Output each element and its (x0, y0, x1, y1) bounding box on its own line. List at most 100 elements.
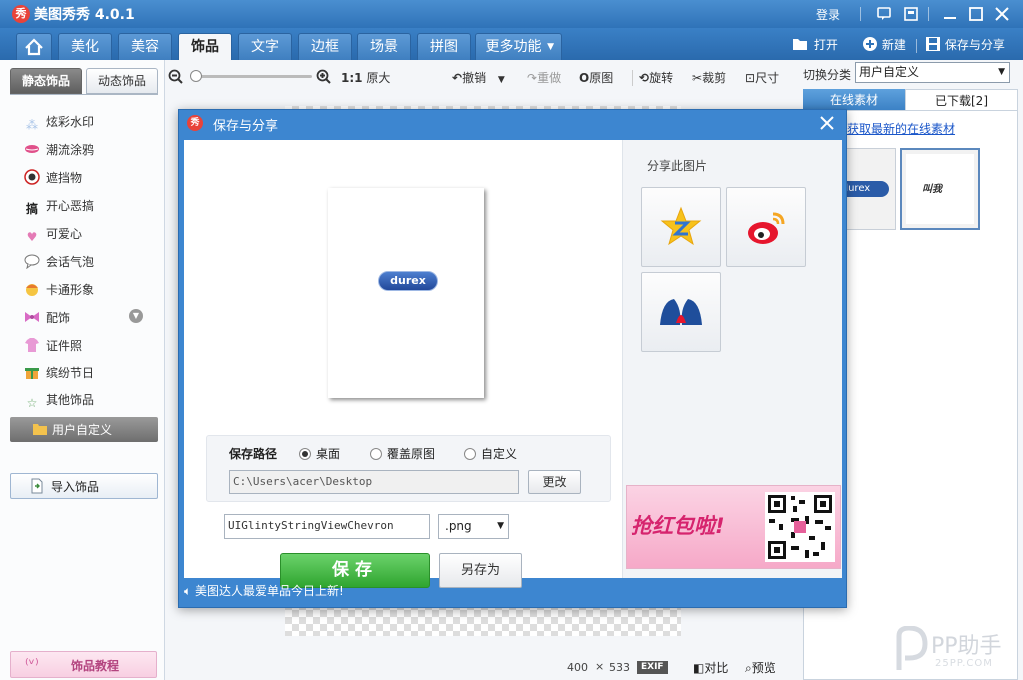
title-bar: 秀 美图秀秀 4.0.1 登录 (0, 0, 1023, 28)
save-path-input[interactable]: C:\Users\acer\Desktop (229, 470, 519, 494)
tab-static-accessories[interactable]: 静态饰品 (10, 68, 82, 94)
tab-dynamic-accessories[interactable]: 动态饰品 (86, 68, 158, 94)
mask-icon (24, 169, 40, 185)
compare-icon: ◧ (693, 661, 705, 675)
crop-button[interactable]: ✂裁剪 (692, 70, 726, 86)
sidebar-item-others[interactable]: ☆ 其他饰品 (24, 389, 94, 411)
share-title: 分享此图片 (647, 159, 708, 173)
category-label: 切换分类 (803, 68, 852, 82)
radio-custom[interactable]: 自定义 (464, 445, 517, 462)
share-weibo-button[interactable] (726, 187, 806, 267)
dialog-close-icon[interactable] (818, 114, 836, 132)
zoom-in-icon[interactable] (316, 69, 332, 85)
expand-chevron-icon[interactable]: ▼ (129, 309, 143, 323)
save-share-dialog: 秀 保存与分享 durex 保存路径 桌面 覆盖原图 自定义 C:\Users\… (178, 109, 847, 608)
import-accessory-button[interactable]: 导入饰品 (10, 473, 158, 499)
save-share-button[interactable]: 保存与分享 (925, 36, 1005, 54)
compare-button[interactable]: ◧对比 (693, 659, 728, 676)
rotate-button[interactable]: ⟲旋转 (639, 70, 673, 86)
shirt-icon (24, 337, 40, 353)
sidebar-item-prank[interactable]: 搞开心恶搞 (24, 195, 94, 217)
save-as-button[interactable]: 另存为 (439, 553, 522, 588)
radio-overwrite-label: 覆盖原图 (387, 447, 436, 461)
home-tab[interactable] (16, 33, 52, 60)
heart-icon: ♥ (26, 230, 38, 244)
sidebar-item-label: 配饰 (46, 311, 71, 325)
undo-label: 撤销 (462, 71, 487, 85)
toolbar-separator (632, 70, 633, 86)
original-label: 原图 (589, 71, 614, 85)
tab-online-material[interactable]: 在线素材 (803, 89, 905, 111)
sidebar-item-mask[interactable]: 遮挡物 (24, 167, 82, 189)
original-size-button[interactable]: 1:1 原大 (341, 70, 390, 86)
tab-accessories[interactable]: 饰品 (178, 33, 232, 60)
tab-border[interactable]: 边框 (298, 33, 352, 60)
new-button[interactable]: 新建 (862, 36, 906, 54)
zoom-slider-handle[interactable] (190, 70, 202, 82)
close-icon[interactable] (992, 4, 1012, 24)
tab-scene[interactable]: 场景 (357, 33, 411, 60)
tab-collage[interactable]: 拼图 (417, 33, 471, 60)
original-image-button[interactable]: O原图 (579, 70, 613, 86)
sidebar-item-custom[interactable]: 用户自定义 (10, 417, 158, 442)
sidebar-item-festival[interactable]: 缤纷节日 (24, 362, 94, 384)
tab-beautify[interactable]: 美化 (58, 33, 112, 60)
radio-overwrite[interactable]: 覆盖原图 (370, 445, 435, 462)
open-label: 打开 (813, 38, 838, 52)
prank-icon: 搞 (25, 202, 38, 216)
resize-button[interactable]: ⊡尺寸 (745, 70, 779, 86)
app-title: 美图秀秀 4.0.1 (34, 7, 135, 23)
cartoon-icon (24, 281, 40, 297)
get-online-material-link[interactable]: 获取最新的在线素材 (847, 120, 955, 137)
tab-more-features[interactable]: 更多功能 ▼ (475, 33, 562, 60)
material-thumb-selected[interactable]: 叫我 (900, 148, 980, 230)
tutorial-button[interactable]: ⁽ᵛ⁾ 饰品教程 (10, 651, 157, 678)
exif-button[interactable]: EXIF (637, 661, 668, 674)
sidebar-item-hearts[interactable]: ♥ 可爱心 (24, 223, 82, 245)
feedback-icon[interactable] (874, 4, 894, 24)
skin-icon[interactable] (901, 4, 921, 24)
open-button[interactable]: 打开 (792, 36, 838, 54)
folder-icon (32, 421, 48, 437)
sidebar-item-id-photo[interactable]: 证件照 (24, 335, 82, 357)
change-path-button[interactable]: 更改 (528, 470, 581, 494)
share-renren-button[interactable] (641, 272, 721, 352)
login-link[interactable]: 登录 (816, 6, 840, 23)
tab-text[interactable]: 文字 (238, 33, 292, 60)
import-label: 导入饰品 (51, 480, 100, 494)
preview-label: 预览 (751, 661, 776, 675)
sidebar-item-watermark[interactable]: ⁂ 炫彩水印 (24, 111, 94, 133)
sidebar-item-cartoon[interactable]: 卡通形象 (24, 279, 94, 301)
tab-downloaded[interactable]: 已下载[2] (905, 89, 1018, 111)
maximize-icon[interactable] (966, 4, 986, 24)
save-share-label: 保存与分享 (944, 38, 1005, 52)
undo-dropdown-icon[interactable]: ▼ (498, 75, 505, 85)
sidebar-item-label: 炫彩水印 (46, 115, 95, 129)
zoom-slider-track[interactable] (194, 75, 312, 78)
filename-input[interactable]: UIGlintyStringViewChevron (224, 514, 430, 539)
category-select[interactable]: 用户自定义 ▼ (855, 62, 1010, 83)
main-nav-bar: 美化 美容 饰品 文字 边框 场景 拼图 更多功能 ▼ 打开 新建 保存与分享 (0, 28, 1023, 60)
image-height: 533 (609, 661, 630, 674)
sidebar-item-label: 潮流涂鸦 (46, 143, 95, 157)
pp-logo-icon (896, 626, 928, 670)
save-path-group: 保存路径 桌面 覆盖原图 自定义 C:\Users\acer\Desktop 更… (206, 435, 611, 502)
format-select[interactable]: .png ▼ (438, 514, 509, 539)
sidebar-item-graffiti[interactable]: 潮流涂鸦 (24, 139, 94, 161)
preview-button[interactable]: ⌕预览 (745, 659, 776, 676)
share-qzone-button[interactable] (641, 187, 721, 267)
sidebar-item-accessories[interactable]: 配饰 (24, 307, 70, 329)
minimize-icon[interactable] (940, 4, 960, 24)
red-envelope-ad-banner[interactable]: 抢红包啦! (626, 485, 841, 569)
sidebar-item-label: 开心恶搞 (46, 199, 95, 213)
zoom-out-icon[interactable] (168, 69, 184, 85)
dialog-footer-notice[interactable]: 🔈︎ 美图达人最爱单品今日上新! (184, 582, 344, 599)
sidebar-item-speech[interactable]: 会话气泡 (24, 251, 94, 273)
rotate-label: 旋转 (649, 71, 674, 85)
redo-button[interactable]: ↷重做 (527, 70, 561, 86)
tab-face[interactable]: 美容 (118, 33, 172, 60)
weibo-icon (748, 212, 785, 244)
undo-button[interactable]: ↶撤销 ▼ (452, 70, 505, 86)
status-bar: 400 × 533 EXIF ◧对比 ⌕预览 (165, 656, 797, 680)
radio-desktop[interactable]: 桌面 (299, 445, 340, 462)
